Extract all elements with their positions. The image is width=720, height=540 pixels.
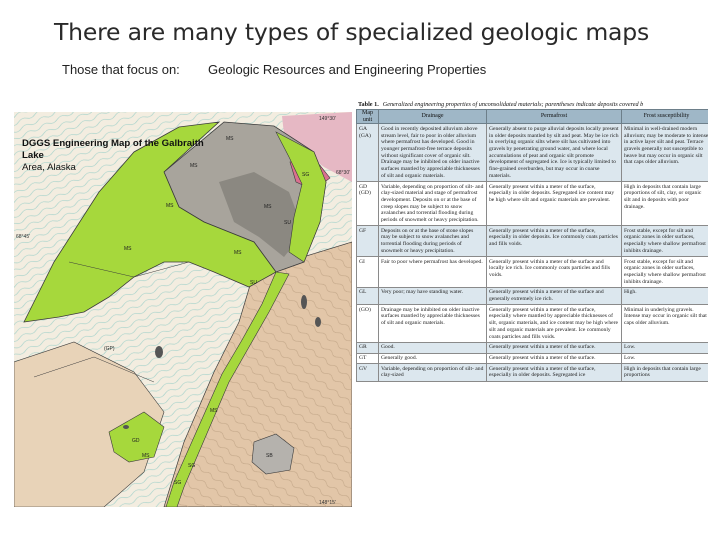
small-lake xyxy=(123,425,129,429)
map-coordinate-label: 148°15' xyxy=(319,500,336,506)
map-unit-label: SB xyxy=(266,453,273,459)
engineering-map: MS MS SG MS SU MS MS (GP) MS SU GD MS MS… xyxy=(14,112,352,507)
map-unit-label: (GP) xyxy=(104,346,115,352)
small-lake xyxy=(315,317,321,327)
small-lake xyxy=(301,295,307,309)
table-header-row: Map unit Drainage Permafrost Frost susce… xyxy=(356,108,708,125)
cell-permafrost: Generally present within a meter of the … xyxy=(486,352,622,365)
table-row: GA (GA) Good in recently deposited alluv… xyxy=(356,123,708,183)
cell-drainage: Generally good. xyxy=(378,352,487,365)
cell-permafrost: Generally present within a meter of the … xyxy=(486,363,622,382)
cell-frost: Frost stable, except for silt and organi… xyxy=(621,256,708,288)
map-unit-label: SU xyxy=(284,220,291,226)
map-title-line2: Area, Alaska xyxy=(22,162,76,173)
table-caption-text: Generalized engineering properties of un… xyxy=(382,101,644,108)
cell-permafrost: Generally present within a meter of the … xyxy=(486,256,622,288)
map-unit-label: SU xyxy=(250,280,257,286)
cell-map-unit: GL xyxy=(356,286,379,306)
table-caption: Table 1. Generalized engineering properti… xyxy=(356,100,708,109)
cell-frost: High in deposits that contain large prop… xyxy=(621,363,708,382)
cell-permafrost: Generally present within a meter of the … xyxy=(486,286,622,306)
cell-drainage: Very poor; may have standing water. xyxy=(378,286,487,306)
header-frost-susceptibility: Frost susceptibility xyxy=(621,108,708,125)
cell-permafrost: Generally absent to purge alluvial depos… xyxy=(486,123,622,183)
subtitle-lead: Those that focus on: xyxy=(62,62,180,77)
table-row: GL Very poor; may have standing water. G… xyxy=(356,286,708,306)
map-unit-label: MS xyxy=(210,408,218,414)
cell-drainage: Variable, depending on proportion of sil… xyxy=(378,181,487,227)
table-row: GI Fair to poor where permafrost has dev… xyxy=(356,256,708,288)
cell-map-unit: GA (GA) xyxy=(356,123,379,183)
map-unit-label: SG xyxy=(302,172,309,178)
map-title-line1: DGGS Engineering Map of the Galbraith La… xyxy=(22,138,204,161)
map-unit-label: MS xyxy=(226,136,234,142)
cell-map-unit: (GO) xyxy=(356,304,379,343)
table-row: (GO) Drainage may be inhibited on older … xyxy=(356,304,708,343)
table-row: GR Good. Generally present within a mete… xyxy=(356,341,708,354)
table-row: GV Variable, depending on proportion of … xyxy=(356,363,708,382)
cell-frost: Minimal in underlying gravels. Intense m… xyxy=(621,304,708,343)
map-coordinate-label: 149°30' xyxy=(319,116,336,122)
cell-frost: Frost stable, except for silt and organi… xyxy=(621,225,708,258)
cell-frost: Low. xyxy=(621,352,708,365)
cell-map-unit: GI xyxy=(356,256,379,288)
map-coordinate-label: 68°45' xyxy=(16,234,30,240)
cell-map-unit: GD (GD) xyxy=(356,181,379,227)
map-unit-label: SG xyxy=(174,480,181,486)
map-unit-label: MS xyxy=(264,204,272,210)
cell-frost: High in deposits that contain large prop… xyxy=(621,181,708,227)
cell-frost: Minimal in well-drained modern alluvium;… xyxy=(621,123,708,183)
table-row: GF Deposits on or at the base of stone s… xyxy=(356,225,708,258)
small-lake xyxy=(155,346,163,358)
cell-permafrost: Generally present within a meter of the … xyxy=(486,304,622,343)
engineering-properties-table: Table 1. Generalized engineering properti… xyxy=(356,100,708,507)
cell-map-unit: GR xyxy=(356,341,379,354)
cell-drainage: Good. xyxy=(378,341,487,354)
map-unit-label: MS xyxy=(234,250,242,256)
map-unit-label: GD xyxy=(132,438,140,444)
map-unit-label: MS xyxy=(124,246,132,252)
cell-drainage: Variable, depending on proportion of sil… xyxy=(378,363,487,382)
slide-title: There are many types of specialized geol… xyxy=(54,18,650,46)
cell-frost: High. xyxy=(621,286,708,306)
map-unit-label: MS xyxy=(142,453,150,459)
properties-table: Map unit Drainage Permafrost Frost susce… xyxy=(356,108,708,382)
map-title: DGGS Engineering Map of the Galbraith La… xyxy=(22,138,222,174)
cell-permafrost: Generally present within a meter of the … xyxy=(486,225,622,258)
table-row: GD (GD) Variable, depending on proportio… xyxy=(356,181,708,227)
cell-drainage: Drainage may be inhibited on older inact… xyxy=(378,304,487,343)
cell-permafrost: Generally present within a meter of the … xyxy=(486,181,622,227)
cell-map-unit: GT xyxy=(356,352,379,365)
cell-map-unit: GF xyxy=(356,225,379,258)
table-caption-number: Table 1. xyxy=(358,101,379,108)
header-permafrost: Permafrost xyxy=(486,108,622,125)
map-unit-label: MS xyxy=(166,203,174,209)
header-drainage: Drainage xyxy=(378,108,487,125)
cell-frost: Low. xyxy=(621,341,708,354)
map-coordinate-label: 68°30' xyxy=(336,170,350,176)
map-unit-label: SG xyxy=(188,463,195,469)
table-row: GT Generally good. Generally present wit… xyxy=(356,352,708,365)
header-map-unit: Map unit xyxy=(356,108,379,125)
cell-drainage: Deposits on or at the base of stone slop… xyxy=(378,225,487,258)
cell-drainage: Good in recently deposited alluvium abov… xyxy=(378,123,487,183)
cell-permafrost: Generally present within a meter of the … xyxy=(486,341,622,354)
subtitle-main: Geologic Resources and Engineering Prope… xyxy=(208,62,487,77)
cell-map-unit: GV xyxy=(356,363,379,382)
cell-drainage: Fair to poor where permafrost has develo… xyxy=(378,256,487,288)
